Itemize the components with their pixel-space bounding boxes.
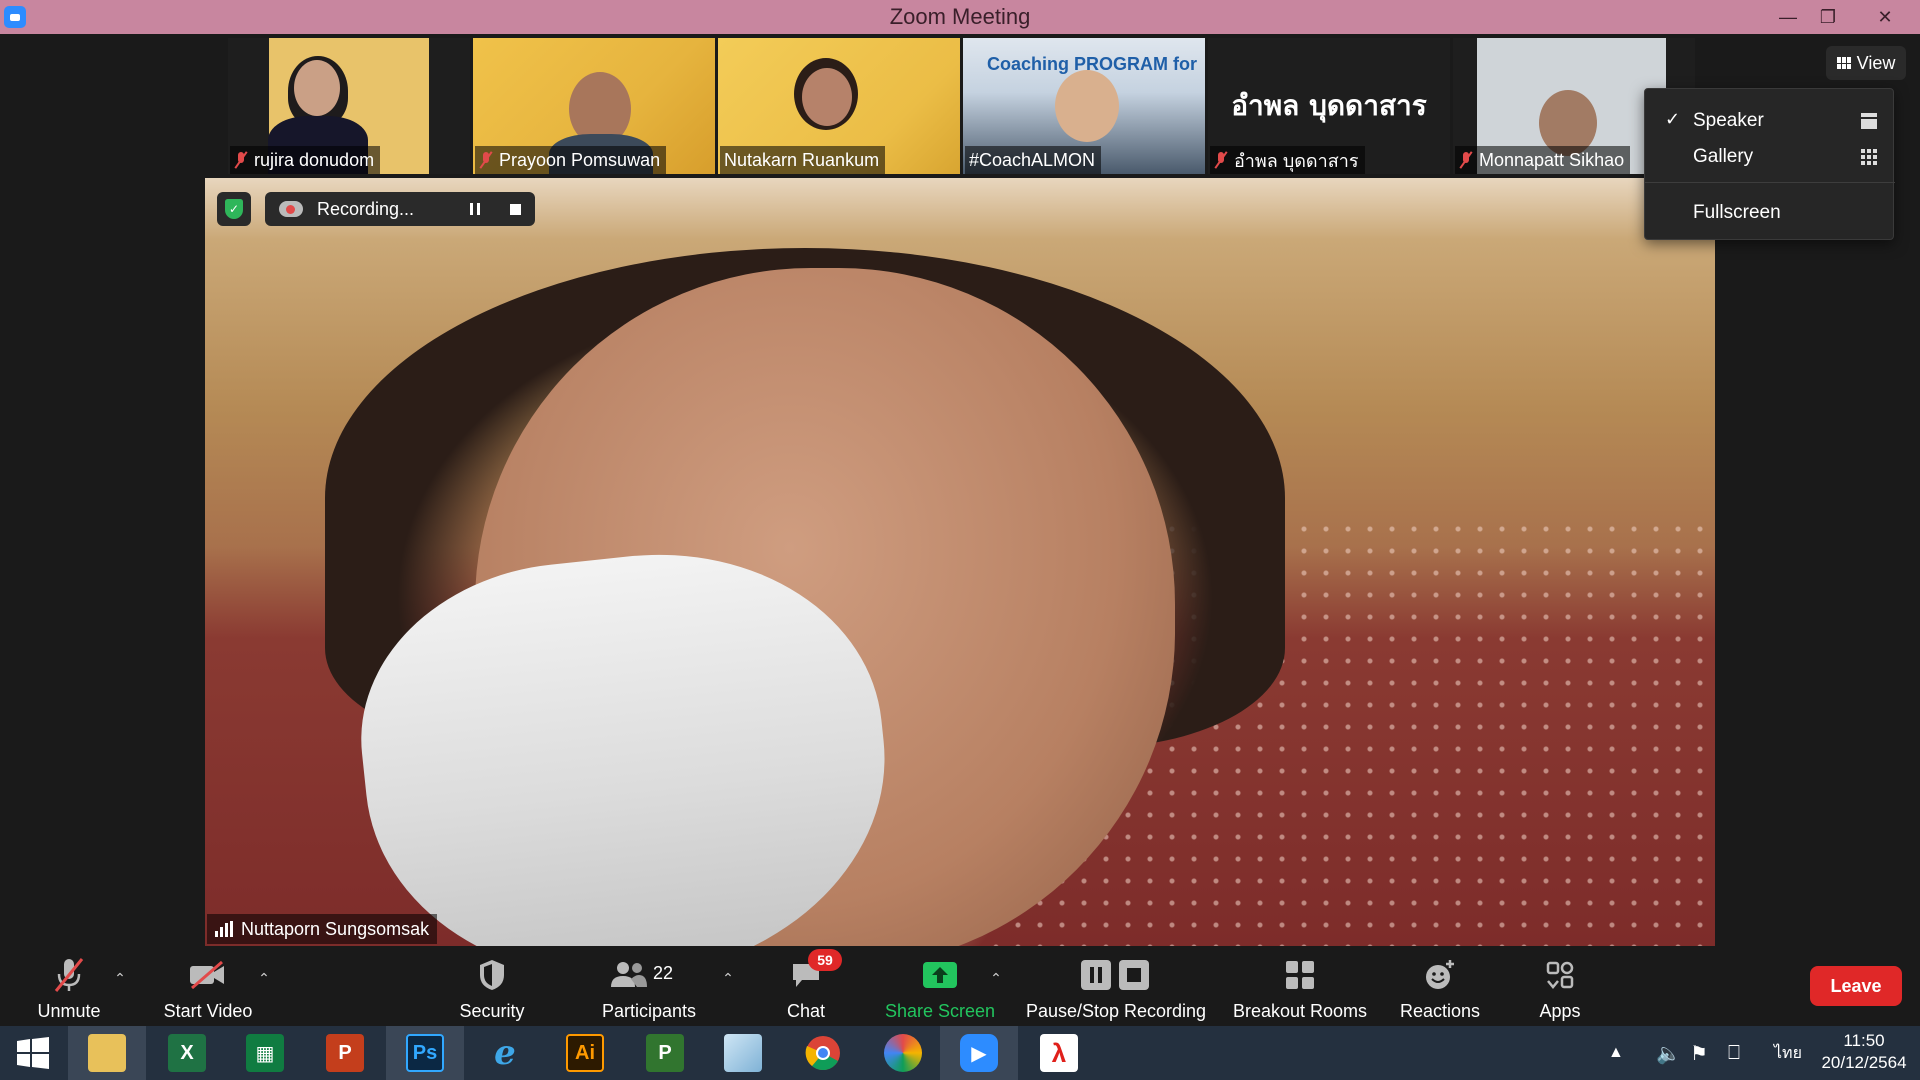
participants-icon: 22 <box>609 955 689 995</box>
share-screen-icon <box>920 955 960 995</box>
muted-microphone-icon <box>49 955 89 995</box>
muted-mic-icon <box>1214 151 1228 169</box>
participant-tile[interactable]: Nutakarn Ruankum <box>718 38 960 174</box>
photoshop-icon[interactable]: Ps <box>386 1026 464 1080</box>
participant-tile[interactable]: rujira donudom <box>228 38 470 174</box>
pause-stop-recording-button[interactable]: Pause/Stop Recording <box>1024 946 1208 1026</box>
minimize-button[interactable]: — <box>1768 0 1808 34</box>
breakout-rooms-icon <box>1280 955 1320 995</box>
show-hidden-icons[interactable]: ▲ <box>1608 1026 1624 1080</box>
encryption-shield-icon[interactable]: ✓ <box>217 192 251 226</box>
share-screen-button[interactable]: Share Screen <box>884 946 996 1026</box>
check-icon: ✓ <box>1665 109 1681 129</box>
breakout-rooms-button[interactable]: Breakout Rooms <box>1230 946 1370 1026</box>
start-video-button[interactable]: Start Video <box>158 946 258 1026</box>
video-options-caret[interactable]: ⌃ <box>252 946 276 1026</box>
file-explorer-icon[interactable] <box>68 1026 146 1080</box>
internet-explorer-icon[interactable]: e <box>466 1026 544 1080</box>
reactions-icon <box>1420 955 1460 995</box>
zoom-icon[interactable]: ▶ <box>940 1026 1018 1080</box>
chat-icon: 59 <box>786 949 842 995</box>
signal-strength-icon <box>215 921 233 937</box>
menu-item-gallery[interactable]: Gallery <box>1645 139 1895 175</box>
network-icon[interactable]: ⎕ <box>1728 1026 1740 1080</box>
meeting-stage: rujira donudom Prayoon Pomsuwan Nutakarn… <box>0 34 1920 946</box>
participant-name: #CoachALMON <box>965 146 1102 174</box>
windows-start-icon[interactable] <box>0 1026 66 1080</box>
photoscape-icon[interactable] <box>864 1026 942 1080</box>
view-button[interactable]: View <box>1826 46 1906 80</box>
acrobat-icon[interactable]: λ <box>1020 1026 1098 1080</box>
menu-item-fullscreen[interactable]: Fullscreen <box>1645 195 1895 231</box>
pause-recording-icon[interactable] <box>465 199 485 219</box>
window-title: Zoom Meeting <box>889 4 1031 29</box>
speaker-layout-icon <box>1861 113 1877 129</box>
video-off-icon <box>188 955 228 995</box>
apps-icon <box>1540 955 1580 995</box>
muted-mic-icon <box>479 151 493 169</box>
close-button[interactable]: ✕ <box>1850 0 1920 34</box>
participant-tile[interactable]: Prayoon Pomsuwan <box>473 38 715 174</box>
powerpoint-icon[interactable]: P <box>306 1026 384 1080</box>
participants-options-caret[interactable]: ⌃ <box>716 946 740 1026</box>
notepad-icon[interactable] <box>704 1026 782 1080</box>
store-icon[interactable]: ▦ <box>226 1026 304 1080</box>
muted-mic-icon <box>1459 151 1473 169</box>
apps-button[interactable]: Apps <box>1530 946 1590 1026</box>
speaker-name-label: Nuttaporn Sungsomsak <box>207 914 438 944</box>
menu-item-speaker[interactable]: ✓ Speaker <box>1645 103 1895 139</box>
chat-unread-badge: 59 <box>808 949 842 971</box>
leave-button[interactable]: Leave <box>1810 966 1902 1006</box>
illustrator-icon[interactable]: Ai <box>546 1026 624 1080</box>
thumbnail-strip: rujira donudom Prayoon Pomsuwan Nutakarn… <box>228 38 1695 174</box>
participants-count: 22 <box>653 963 674 983</box>
participant-name: Prayoon Pomsuwan <box>475 146 667 174</box>
participant-name: Nutakarn Ruankum <box>720 146 886 174</box>
participant-display-name: อำพล บุดดาสาร <box>1231 89 1427 122</box>
language-indicator[interactable]: ไทย <box>1774 1026 1802 1080</box>
chat-button[interactable]: 59 Chat <box>776 946 842 1026</box>
zoom-app-icon <box>4 6 26 28</box>
grid-icon <box>1836 57 1851 69</box>
security-button[interactable]: Security <box>452 946 532 1026</box>
view-menu: ✓ Speaker Gallery Fullscreen <box>1644 88 1895 240</box>
system-clock[interactable]: 11:50 20/12/2564 <box>1812 1030 1916 1074</box>
cloud-record-icon <box>279 201 303 217</box>
participants-button[interactable]: 22 Participants <box>598 946 700 1026</box>
meeting-toolbar: Unmute ⌃ Start Video ⌃ Security 22 Parti… <box>0 946 1920 1026</box>
participant-tile[interactable]: Coaching PROGRAM for #CoachALMON <box>963 38 1205 174</box>
recording-indicator: Recording... <box>265 192 535 226</box>
pause-stop-icons <box>1076 955 1156 995</box>
stop-recording-icon[interactable] <box>505 199 525 219</box>
participant-name: Monnapatt Sikhao <box>1455 146 1631 174</box>
shield-icon <box>472 955 512 995</box>
reactions-button[interactable]: Reactions <box>1394 946 1486 1026</box>
clock-time: 11:50 <box>1843 1031 1885 1050</box>
title-bar: Zoom Meeting — ❐ ✕ <box>0 0 1920 34</box>
restore-button[interactable]: ❐ <box>1808 0 1848 34</box>
menu-divider <box>1645 182 1895 183</box>
zoom-app: Zoom Meeting — ❐ ✕ rujira donudom Prayoo… <box>0 0 1920 1080</box>
active-speaker-video: ✓ Recording... Nuttaporn Sungsomsak <box>205 178 1715 946</box>
project-icon[interactable]: P <box>626 1026 704 1080</box>
muted-mic-icon <box>234 151 248 169</box>
participant-tile[interactable]: อำพล บุดดาสาร อำพล บุดดาสาร <box>1208 38 1450 174</box>
action-center-flag-icon[interactable]: ⚑ <box>1690 1026 1708 1080</box>
clock-date: 20/12/2564 <box>1821 1053 1907 1072</box>
participant-name: อำพล บุดดาสาร <box>1210 146 1365 174</box>
audio-options-caret[interactable]: ⌃ <box>108 946 132 1026</box>
excel-icon[interactable]: X <box>148 1026 226 1080</box>
participant-name: rujira donudom <box>230 146 381 174</box>
gallery-layout-icon <box>1861 149 1877 165</box>
recording-label: Recording... <box>317 198 415 219</box>
unmute-button[interactable]: Unmute <box>28 946 110 1026</box>
volume-icon[interactable]: 🔈 <box>1656 1026 1681 1080</box>
chrome-icon[interactable] <box>784 1026 862 1080</box>
windows-taskbar: X ▦ P Ps e Ai P ▶ λ ▲ 🔈 ⚑ ⎕ ไทย 11:50 20… <box>0 1026 1920 1080</box>
share-options-caret[interactable]: ⌃ <box>984 946 1008 1026</box>
